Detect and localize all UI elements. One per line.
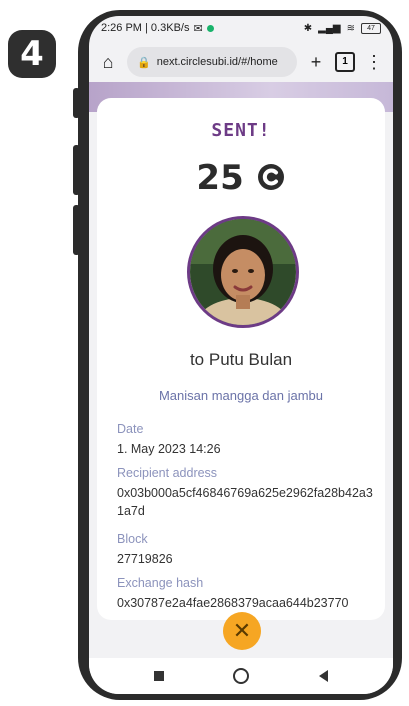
- lock-icon: 🔒: [137, 56, 151, 69]
- notification-icon: ✉: [193, 22, 203, 35]
- address-bar[interactable]: 🔒 next.circlesubi.id/#/home: [127, 47, 297, 77]
- tab-switcher-icon[interactable]: 1: [335, 52, 355, 72]
- recipient-avatar: [187, 216, 299, 328]
- close-icon: ✕: [232, 618, 252, 643]
- exchange-hash-value: 0x30787e2a4fae2868379acaa644b23770: [117, 596, 349, 610]
- phone-screen: 2:26 PM | 0.3KB/s ✉ ✱ ▂▄▆ ≋ 47 ⌂ 🔒 next.…: [89, 16, 393, 694]
- recipient-name: to Putu Bulan: [189, 350, 293, 369]
- circles-c-icon: [257, 164, 284, 190]
- status-bar: 2:26 PM | 0.3KB/s ✉ ✱ ▂▄▆ ≋ 47: [89, 16, 393, 40]
- block-label: Block: [117, 532, 148, 546]
- exchange-hash-label: Exchange hash: [117, 576, 204, 590]
- signal-icon: ▂▄▆: [318, 22, 341, 34]
- transfer-memo: Manisan mangga dan jambu: [158, 388, 324, 403]
- date-label: Date: [117, 422, 144, 436]
- status-time: 2:26 PM | 0.3KB/s: [101, 22, 190, 34]
- transaction-card: SENT! 25 to Putu Bulan Manisan mangga da…: [97, 98, 385, 620]
- recent-apps-icon[interactable]: [153, 671, 164, 681]
- home-icon[interactable]: ⌂: [97, 52, 119, 73]
- date-value: 1. May 2023 14:26: [117, 442, 221, 456]
- home-button-icon[interactable]: [233, 668, 250, 684]
- browser-toolbar: ⌂ 🔒 next.circlesubi.id/#/home + 1 ⋮: [89, 42, 393, 82]
- recipient-address-value: 0x03b000a5cf46846769a625e2962fa28b42a31a…: [117, 486, 373, 518]
- sent-title: SENT!: [211, 120, 271, 141]
- url-text: next.circlesubi.id/#/home: [156, 56, 278, 68]
- android-nav-bar: [89, 658, 393, 694]
- step-number-badge: 4: [8, 30, 56, 78]
- back-icon[interactable]: [319, 670, 329, 682]
- new-tab-icon[interactable]: +: [305, 52, 327, 73]
- wifi-icon: ≋: [346, 22, 355, 34]
- amount-value: 25: [196, 158, 244, 198]
- recording-dot-icon: [206, 24, 214, 32]
- more-menu-icon[interactable]: ⋮: [363, 52, 385, 73]
- recipient-address-label: Recipient address: [117, 466, 218, 480]
- battery-icon: 47: [361, 22, 381, 34]
- block-value: 27719826: [117, 552, 173, 566]
- bluetooth-icon: ✱: [303, 22, 313, 34]
- amount-display: 25: [97, 158, 385, 198]
- close-button[interactable]: ✕: [223, 612, 261, 650]
